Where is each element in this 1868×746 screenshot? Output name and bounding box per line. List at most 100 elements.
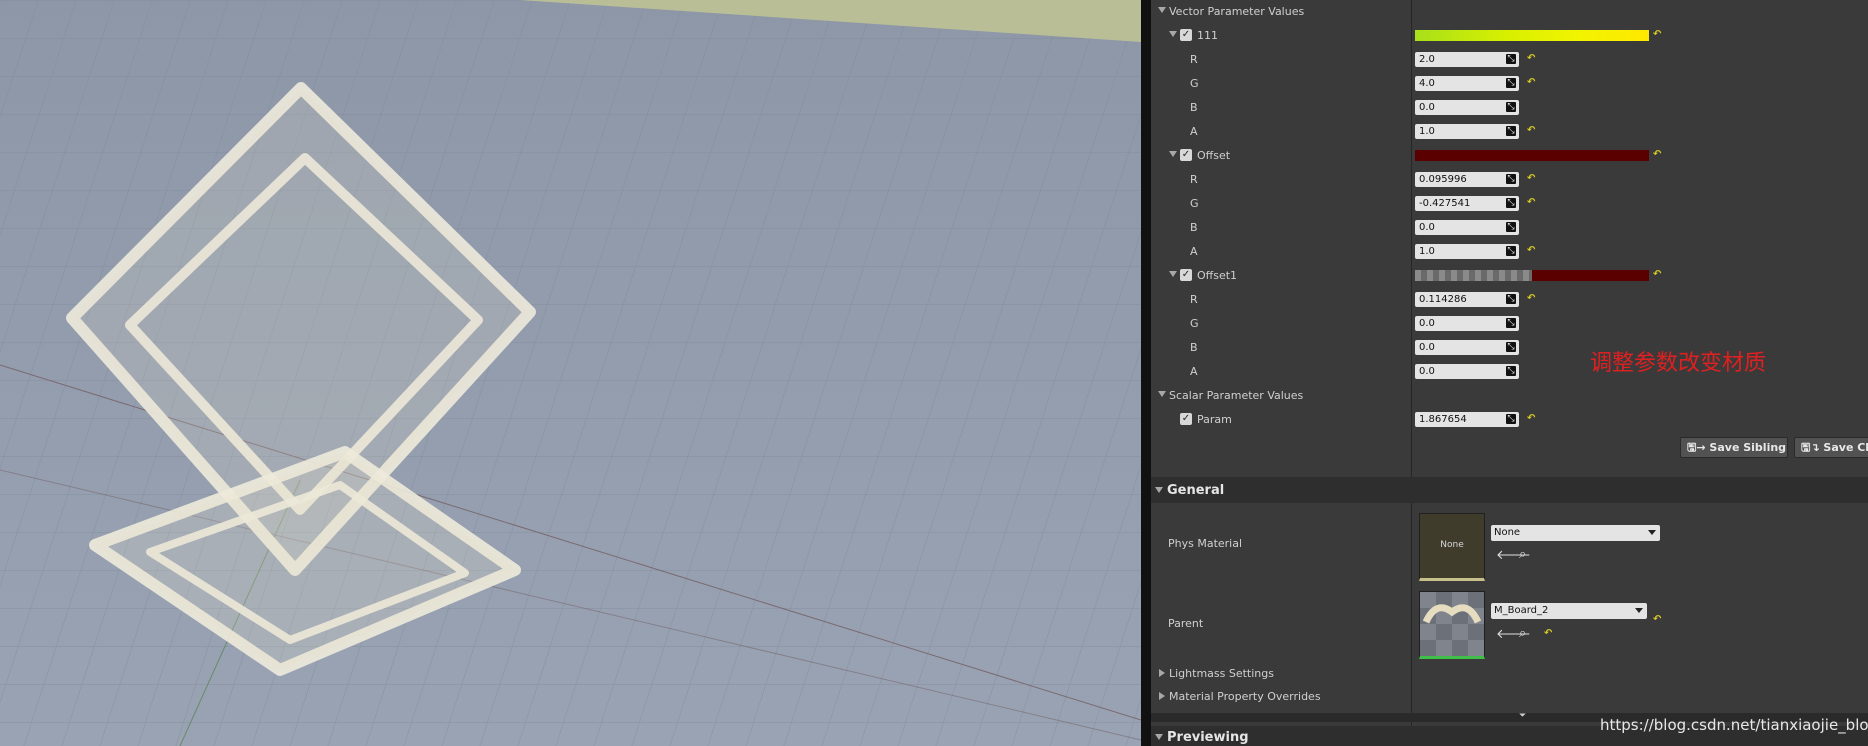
browse-search-icon[interactable]: ⌕ <box>1519 548 1526 561</box>
panel-splitter[interactable] <box>1141 0 1151 746</box>
reset-to-default-icon[interactable]: ↶ <box>1544 628 1552 639</box>
drag-arrows-icon[interactable]: ⤡ <box>1506 342 1516 352</box>
watermark-text: https://blog.csdn.net/tianxiaojie_blog <box>1600 716 1868 734</box>
reset-to-default-icon[interactable]: ↶ <box>1653 614 1661 625</box>
viewport-scene[interactable] <box>0 0 1141 746</box>
reset-to-default-icon[interactable]: ↶ <box>1527 53 1535 64</box>
reset-to-default-icon[interactable]: ↶ <box>1653 149 1661 160</box>
color-swatch[interactable] <box>1415 30 1649 41</box>
color-swatch[interactable] <box>1415 150 1649 161</box>
phys-material-thumbnail[interactable]: None <box>1419 513 1485 581</box>
channel-label: B <box>1190 101 1198 114</box>
drag-arrows-icon[interactable]: ⤡ <box>1506 78 1516 88</box>
expand-triangle-icon[interactable] <box>1169 151 1177 157</box>
expand-triangle-icon[interactable] <box>1158 391 1166 397</box>
drag-arrows-icon[interactable]: ⤡ <box>1506 126 1516 136</box>
channel-value-input[interactable]: -0.427541 ⤡ <box>1415 196 1519 211</box>
channel-value-input[interactable]: 0.0 ⤡ <box>1415 340 1519 355</box>
channel-row-g: G 4.0 ⤡ ↶ <box>1151 72 1868 96</box>
channel-value: 1.0 <box>1419 126 1435 137</box>
reset-to-default-icon[interactable]: ↶ <box>1527 413 1535 424</box>
channel-value-input[interactable]: 0.0 ⤡ <box>1415 316 1519 331</box>
reset-to-default-icon[interactable]: ↶ <box>1527 77 1535 88</box>
drag-arrows-icon[interactable]: ⤡ <box>1506 222 1516 232</box>
phys-material-combo[interactable]: None <box>1491 525 1660 541</box>
reset-to-default-icon[interactable]: ↶ <box>1653 269 1661 280</box>
vector-param-name: Offset1 <box>1197 269 1238 282</box>
vector-param-name: Offset <box>1197 149 1231 162</box>
drag-arrows-icon[interactable]: ⤡ <box>1506 318 1516 328</box>
reset-to-default-icon[interactable]: ↶ <box>1527 173 1535 184</box>
viewport[interactable] <box>0 0 1141 746</box>
vector-param-0-header[interactable]: ✓ 111 ↶ <box>1151 24 1868 48</box>
expand-triangle-icon[interactable] <box>1159 692 1165 700</box>
channel-value: 0.0 <box>1419 342 1435 353</box>
save-child-button[interactable]: 🖫↴ Save Ch <box>1794 437 1868 458</box>
expand-triangle-icon[interactable] <box>1158 7 1166 13</box>
checkbox-checked-icon[interactable]: ✓ <box>1180 269 1192 281</box>
save-icon: 🖫→ <box>1687 441 1710 454</box>
reset-to-default-icon[interactable]: ↶ <box>1527 245 1535 256</box>
browse-search-icon[interactable]: ⌕ <box>1519 627 1526 640</box>
thumbnail-text: None <box>1440 540 1464 550</box>
vector-param-2-header[interactable]: ✓ Offset1 ↶ <box>1151 264 1868 288</box>
drag-arrows-icon[interactable]: ⤡ <box>1506 198 1516 208</box>
expand-triangle-icon[interactable] <box>1169 31 1177 37</box>
section-label: General <box>1167 483 1225 498</box>
collapse-arrow-icon[interactable]: ⏷ <box>1519 711 1526 721</box>
channel-label: R <box>1190 173 1198 186</box>
channel-value: 0.0 <box>1419 222 1435 233</box>
channel-row-r: R 2.0 ⤡ ↶ <box>1151 48 1868 72</box>
expand-triangle-icon[interactable] <box>1159 669 1165 677</box>
param-value-input[interactable]: 1.867654 ⤡ <box>1415 412 1519 427</box>
parent-material-thumbnail[interactable] <box>1419 591 1485 659</box>
channel-value-input[interactable]: 1.0 ⤡ <box>1415 124 1519 139</box>
channel-value-input[interactable]: 0.114286 ⤡ <box>1415 292 1519 307</box>
channel-value-input[interactable]: 2.0 ⤡ <box>1415 52 1519 67</box>
scalar-parameter-values-header[interactable]: Scalar Parameter Values <box>1151 384 1868 408</box>
channel-value-input[interactable]: 1.0 ⤡ <box>1415 244 1519 259</box>
vector-parameter-values-header[interactable]: Vector Parameter Values <box>1151 0 1868 24</box>
channel-value: 0.0 <box>1419 366 1435 377</box>
parent-combo[interactable]: M_Board_2 <box>1491 603 1647 619</box>
save-child-label: Save Ch <box>1823 441 1868 454</box>
drag-arrows-icon[interactable]: ⤡ <box>1506 54 1516 64</box>
reset-to-default-icon[interactable]: ↶ <box>1527 197 1535 208</box>
reset-to-default-icon[interactable]: ↶ <box>1653 29 1661 40</box>
dropdown-arrow-icon <box>1635 608 1643 613</box>
checkbox-checked-icon[interactable]: ✓ <box>1180 149 1192 161</box>
channel-value: 0.095996 <box>1419 174 1467 185</box>
parent-label: Parent <box>1168 617 1204 630</box>
vector-param-name: 111 <box>1197 29 1218 42</box>
expand-triangle-icon[interactable] <box>1169 271 1177 277</box>
material-property-overrides-header[interactable]: Material Property Overrides <box>1151 685 1868 709</box>
scalar-param-row: ✓ Param 1.867654 ⤡ ↶ <box>1151 408 1868 432</box>
general-section-header[interactable]: General <box>1151 477 1868 503</box>
vector-param-1-header[interactable]: ✓ Offset ↶ <box>1151 144 1868 168</box>
drag-arrows-icon[interactable]: ⤡ <box>1506 246 1516 256</box>
channel-value-input[interactable]: 4.0 ⤡ <box>1415 76 1519 91</box>
channel-label: A <box>1190 245 1198 258</box>
checkbox-checked-icon[interactable]: ✓ <box>1180 29 1192 41</box>
save-sibling-button[interactable]: 🖫→ Save Sibling <box>1680 437 1788 458</box>
drag-arrows-icon[interactable]: ⤡ <box>1506 366 1516 376</box>
channel-value-input[interactable]: 0.0 ⤡ <box>1415 364 1519 379</box>
annotation-text: 调整参数改变材质 <box>1590 351 1767 376</box>
drag-arrows-icon[interactable]: ⤡ <box>1506 102 1516 112</box>
reset-to-default-icon[interactable]: ↶ <box>1527 125 1535 136</box>
expand-triangle-icon[interactable] <box>1155 734 1163 740</box>
channel-value-input[interactable]: 0.095996 ⤡ <box>1415 172 1519 187</box>
channel-label: G <box>1190 197 1199 210</box>
checkbox-checked-icon[interactable]: ✓ <box>1180 413 1192 425</box>
drag-arrows-icon[interactable]: ⤡ <box>1506 414 1516 424</box>
drag-arrows-icon[interactable]: ⤡ <box>1506 294 1516 304</box>
channel-value-input[interactable]: 0.0 ⤡ <box>1415 100 1519 115</box>
drag-arrows-icon[interactable]: ⤡ <box>1506 174 1516 184</box>
channel-row-a: A 1.0 ⤡ ↶ <box>1151 120 1868 144</box>
expand-triangle-icon[interactable] <box>1155 487 1163 493</box>
channel-value-input[interactable]: 0.0 ⤡ <box>1415 220 1519 235</box>
lightmass-settings-header[interactable]: Lightmass Settings <box>1151 662 1868 686</box>
reset-to-default-icon[interactable]: ↶ <box>1527 293 1535 304</box>
channel-row-a: A 1.0 ⤡ ↶ <box>1151 240 1868 264</box>
color-swatch[interactable] <box>1415 270 1649 281</box>
